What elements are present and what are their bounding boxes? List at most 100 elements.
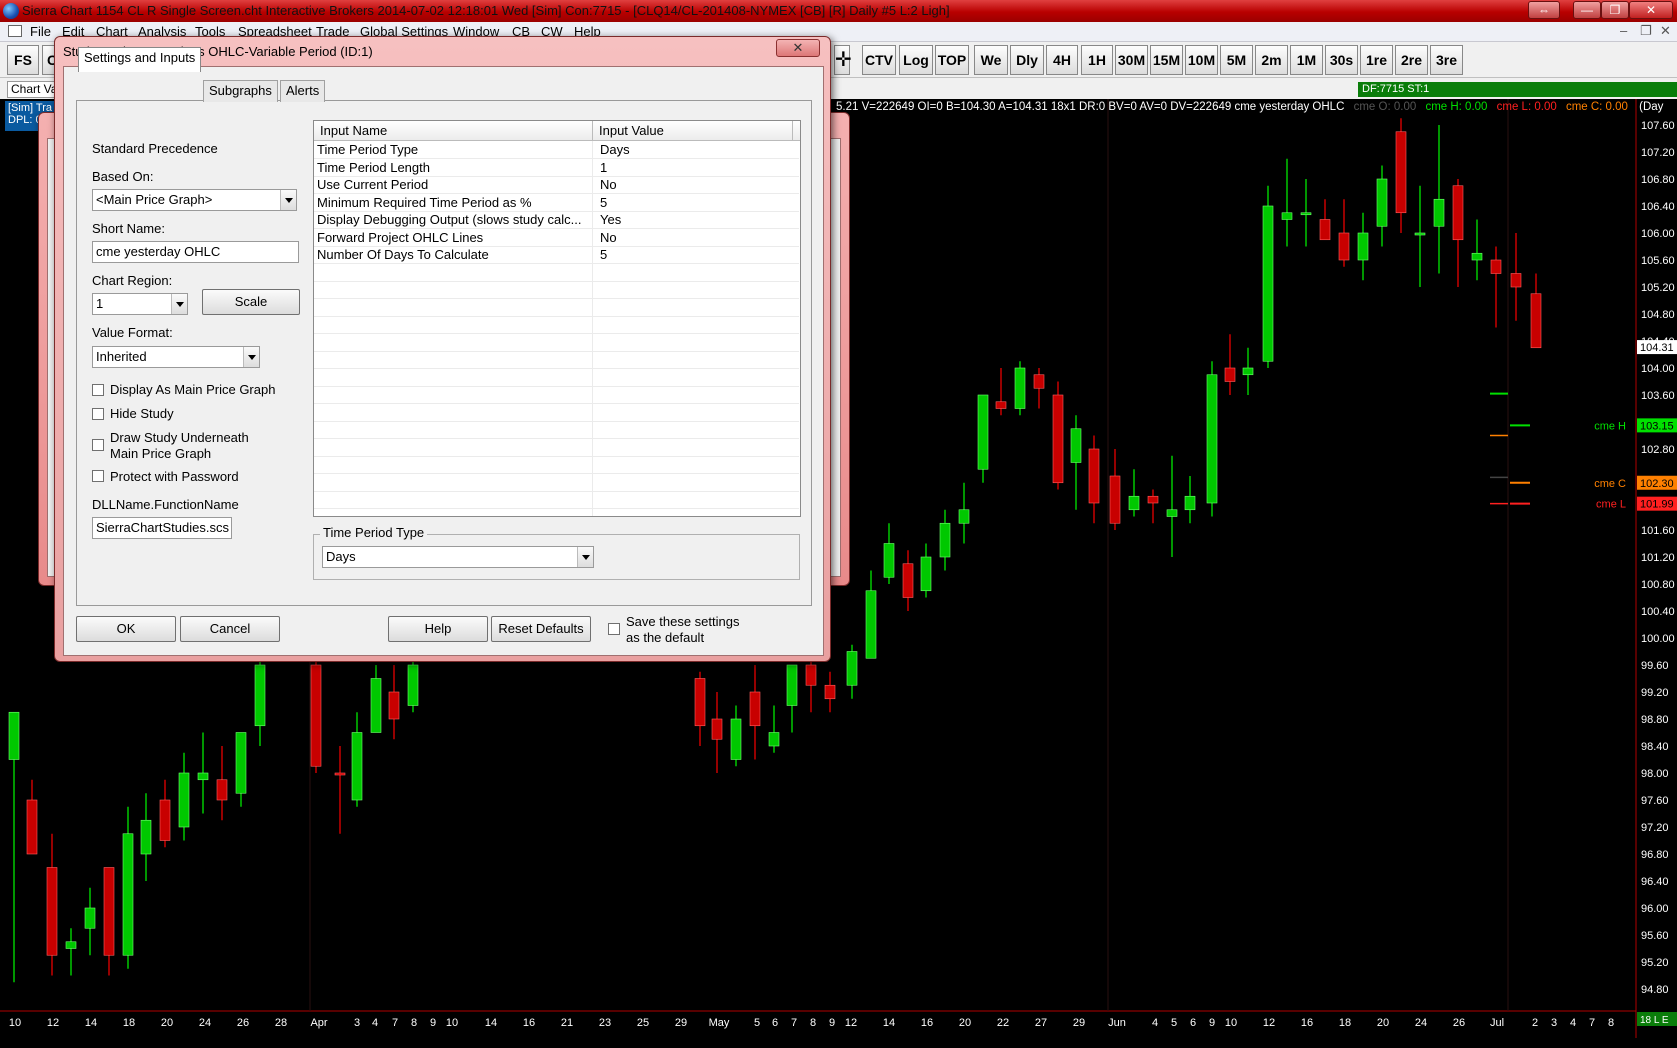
input-value-cell[interactable]: 1 xyxy=(600,160,607,176)
menu-file[interactable]: File xyxy=(30,24,51,39)
tb-4h[interactable]: 4H xyxy=(1046,45,1078,75)
chart-window-icon[interactable] xyxy=(8,25,22,37)
input-value-cell[interactable]: No xyxy=(600,230,617,246)
tb-30s[interactable]: 30s xyxy=(1325,45,1358,75)
time-period-type-select[interactable]: Days xyxy=(322,546,594,568)
tb-5m[interactable]: 5M xyxy=(1220,45,1253,75)
input-name-cell: Minimum Required Time Period as % xyxy=(317,194,532,210)
time-tick-label: 6 xyxy=(772,1017,778,1029)
resize-window-button[interactable]: ⇔ xyxy=(1528,1,1560,19)
tb-30m[interactable]: 30M xyxy=(1115,45,1148,75)
mdi-minimize-icon[interactable]: – xyxy=(1620,23,1627,38)
table-row[interactable] xyxy=(314,265,799,282)
input-value-cell[interactable]: Days xyxy=(600,142,630,158)
scale-button[interactable]: Scale xyxy=(202,289,300,315)
help-button[interactable]: Help xyxy=(388,616,488,642)
table-row[interactable] xyxy=(314,492,799,509)
tb-10m[interactable]: 10M xyxy=(1185,45,1218,75)
candle xyxy=(1014,361,1026,416)
draw-underneath-label: Draw Study Underneath Main Price Graph xyxy=(110,430,249,461)
table-row[interactable]: Forward Project OHLC Lines No xyxy=(314,230,799,247)
table-row[interactable] xyxy=(314,475,799,492)
table-row[interactable] xyxy=(314,317,799,334)
header-input-name[interactable]: Input Name xyxy=(320,123,387,138)
chevron-down-icon[interactable] xyxy=(280,190,296,210)
table-row[interactable] xyxy=(314,440,799,457)
table-row[interactable] xyxy=(314,457,799,474)
candle-body xyxy=(958,509,970,524)
tb-top[interactable]: TOP xyxy=(935,45,969,75)
tb-2re[interactable]: 2re xyxy=(1395,45,1428,75)
chevron-down-icon[interactable] xyxy=(243,347,259,367)
table-row[interactable] xyxy=(314,370,799,387)
input-value-cell[interactable]: 5 xyxy=(600,247,607,263)
table-row[interactable] xyxy=(314,387,799,404)
ok-button[interactable]: OK xyxy=(76,616,176,642)
tb-dly[interactable]: Dly xyxy=(1010,45,1044,75)
header-divider[interactable] xyxy=(592,121,593,141)
tab-subgraphs[interactable]: Subgraphs xyxy=(203,80,278,102)
table-row[interactable]: Time Period Type Days xyxy=(314,142,799,159)
mdi-restore-icon[interactable]: ❐ xyxy=(1640,23,1652,39)
table-row[interactable]: Number Of Days To Calculate 5 xyxy=(314,247,799,264)
input-value-cell[interactable]: 5 xyxy=(600,195,607,211)
tb-we[interactable]: We xyxy=(974,45,1008,75)
tb-15m[interactable]: 15M xyxy=(1150,45,1183,75)
candle-body xyxy=(407,664,419,706)
mdi-close-icon[interactable]: ✕ xyxy=(1660,23,1671,39)
tb-2m[interactable]: 2m xyxy=(1255,45,1288,75)
table-row[interactable] xyxy=(314,282,799,299)
tab-alerts[interactable]: Alerts xyxy=(280,80,326,102)
input-value-cell[interactable]: Yes xyxy=(600,212,621,228)
table-row[interactable]: Display Debugging Output (slows study ca… xyxy=(314,212,799,229)
standard-precedence-label: Standard Precedence xyxy=(92,141,218,156)
dialog-close-button[interactable]: ✕ xyxy=(776,39,820,57)
tab-settings-and-inputs[interactable]: Settings and Inputs xyxy=(78,47,202,72)
chevron-down-icon[interactable] xyxy=(171,294,187,314)
time-tick-label: 10 xyxy=(1225,1017,1237,1029)
display-as-main-checkbox[interactable] xyxy=(92,384,104,396)
table-row[interactable]: Time Period Length 1 xyxy=(314,160,799,177)
table-row[interactable] xyxy=(314,352,799,369)
chevron-down-icon[interactable] xyxy=(577,547,593,567)
header-input-value[interactable]: Input Value xyxy=(599,123,664,138)
tb-log[interactable]: Log xyxy=(899,45,933,75)
tb-1m[interactable]: 1M xyxy=(1290,45,1323,75)
protect-password-checkbox[interactable] xyxy=(92,470,104,482)
candle-body xyxy=(1088,448,1100,504)
table-row[interactable] xyxy=(314,335,799,352)
tb-1re[interactable]: 1re xyxy=(1360,45,1393,75)
chart-region-select[interactable]: 1 xyxy=(92,293,188,315)
based-on-select[interactable]: <Main Price Graph> xyxy=(92,189,297,211)
tb-1h[interactable]: 1H xyxy=(1081,45,1113,75)
maximize-button[interactable]: ❐ xyxy=(1601,1,1629,19)
candle-body xyxy=(1510,273,1522,288)
minimize-button[interactable]: — xyxy=(1573,1,1601,19)
hide-study-checkbox[interactable] xyxy=(92,408,104,420)
display-as-main-label: Display As Main Price Graph xyxy=(110,382,276,397)
table-row[interactable] xyxy=(314,300,799,317)
table-row[interactable]: Use Current Period No xyxy=(314,177,799,194)
draw-underneath-checkbox[interactable] xyxy=(92,439,104,451)
dll-name-input[interactable]: SierraChartStudies.scs xyxy=(92,517,232,539)
fs-button[interactable]: FS xyxy=(7,45,39,75)
tb-3re[interactable]: 3re xyxy=(1430,45,1463,75)
close-window-button[interactable]: ✕ xyxy=(1629,1,1673,19)
table-row[interactable]: Minimum Required Time Period as % 5 xyxy=(314,195,799,212)
time-tick-label: 9 xyxy=(430,1017,436,1029)
short-name-input[interactable]: cme yesterday OHLC xyxy=(92,241,299,263)
table-row[interactable] xyxy=(314,422,799,439)
input-name-cell: Forward Project OHLC Lines xyxy=(317,229,484,245)
candle xyxy=(1206,361,1218,517)
value-format-select[interactable]: Inherited xyxy=(92,346,260,368)
cancel-button[interactable]: Cancel xyxy=(180,616,280,642)
save-default-checkbox[interactable] xyxy=(608,623,620,635)
reset-defaults-button[interactable]: Reset Defaults xyxy=(491,616,591,642)
header-divider[interactable] xyxy=(792,121,793,141)
crosshair-icon[interactable]: ✛ xyxy=(834,45,852,75)
tb-ctv[interactable]: CTV xyxy=(862,45,896,75)
price-tick-label: 104.00 xyxy=(1641,363,1675,375)
input-value-cell[interactable]: No xyxy=(600,177,617,193)
table-row[interactable] xyxy=(314,405,799,422)
inputs-grid: Input Name Input Value Time Period Type D… xyxy=(313,120,801,517)
